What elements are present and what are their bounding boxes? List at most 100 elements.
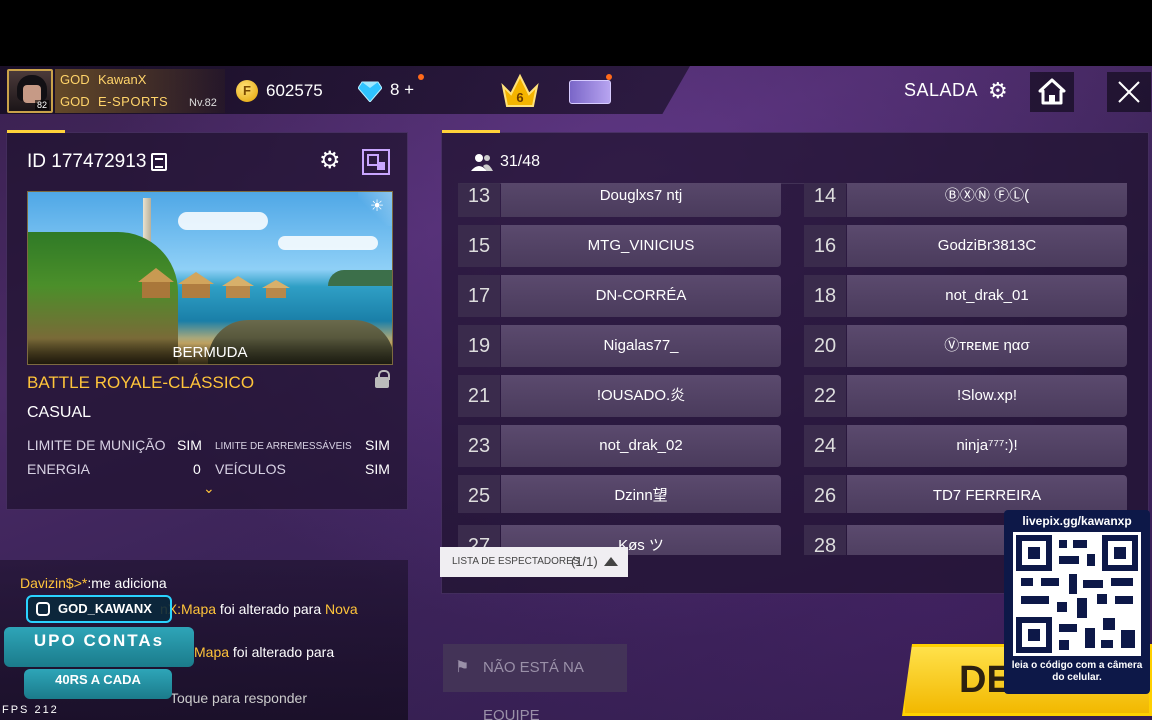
game-submode: CASUAL bbox=[27, 404, 92, 421]
copy-id-icon[interactable] bbox=[151, 153, 167, 171]
option-label-throwables: LIMITE DE ARREMESSÁVEIS bbox=[215, 441, 352, 452]
player-slot[interactable]: 13 Douglxs7 ntj bbox=[458, 183, 782, 217]
close-button[interactable] bbox=[1107, 72, 1151, 112]
slot-number: 22 bbox=[804, 375, 846, 417]
player-slot[interactable]: 24 ninja⁷⁷⁷:)! bbox=[804, 425, 1128, 467]
fps-counter: FPS 212 bbox=[2, 704, 59, 716]
reply-hint[interactable]: Toque para responder bbox=[170, 690, 307, 706]
slot-number: 16 bbox=[804, 225, 846, 267]
slot-number: 25 bbox=[458, 475, 500, 513]
player-level: Nv.82 bbox=[189, 97, 217, 109]
diamond-icon bbox=[358, 81, 382, 102]
coin-balance: 602575 bbox=[266, 81, 323, 100]
player-slot[interactable]: 17 DN-CORRÉA bbox=[458, 275, 782, 317]
slot-number: 24 bbox=[804, 425, 846, 467]
slot-player-name: !Slow.xp! bbox=[847, 375, 1127, 417]
player-slot[interactable]: 20 Ⓥᴛʀᴇᴍᴇ ηασ bbox=[804, 325, 1128, 367]
diamond-balance[interactable]: 8 + bbox=[390, 80, 414, 100]
spectator-count: (1/1) bbox=[571, 554, 598, 569]
instagram-icon bbox=[36, 602, 50, 616]
slot-player-name: DN-CORRÉA bbox=[501, 275, 781, 317]
home-button[interactable] bbox=[1030, 72, 1074, 112]
slot-player-name: Ⓥᴛʀᴇᴍᴇ ηασ bbox=[847, 325, 1127, 367]
chat-message: nX:Mapa foi alterado para Nova bbox=[160, 601, 358, 617]
player-slot[interactable]: 14 ⒷⓍⓃ ⒻⓁ( bbox=[804, 183, 1128, 217]
player-slot[interactable]: 23 not_drak_02 bbox=[458, 425, 782, 467]
player-slot[interactable]: 18 not_drak_01 bbox=[804, 275, 1128, 317]
expand-up-arrow-icon bbox=[604, 557, 618, 566]
instagram-overlay-badge: GOD_KAWANX bbox=[26, 595, 172, 623]
player-slot-grid[interactable]: 13 Douglxs7 ntj 14 ⒷⓍⓃ ⒻⓁ( 15 MTG_VINICIUS … bbox=[458, 183, 1130, 513]
rank-crown-icon[interactable]: 6 bbox=[499, 72, 541, 110]
avatar-level: 82 bbox=[34, 100, 49, 110]
chat-text: :me adiciona bbox=[87, 575, 167, 591]
player-slot[interactable]: 19 Nigalas77_ bbox=[458, 325, 782, 367]
chat-map-name: Nova bbox=[325, 601, 358, 617]
slot-player-name: Dzinn望 bbox=[501, 475, 781, 513]
player-count: 31/48 bbox=[500, 153, 541, 170]
chat-message: Mapa foi alterado para bbox=[194, 644, 334, 660]
chat-message: Davizin$>*:me adiciona bbox=[20, 575, 167, 591]
option-label-energy: ENERGIA bbox=[27, 461, 91, 477]
map-preview[interactable]: ☀ BERMUDA bbox=[27, 191, 393, 365]
room-id: ID 177472913 bbox=[27, 151, 147, 172]
player-name: KawanX bbox=[98, 72, 147, 87]
player-slot[interactable]: 22 !Slow.xp! bbox=[804, 375, 1128, 417]
team-off-icon: ⚑ bbox=[455, 659, 470, 676]
donation-overlay-badge: 40RS A CADA bbox=[24, 669, 172, 699]
slot-number: 17 bbox=[458, 275, 500, 317]
slot-player-name: Douglxs7 ntj bbox=[501, 183, 781, 217]
option-value-vehicles: SIM bbox=[365, 461, 390, 477]
qr-hint: leia o código com a câmera do celular. bbox=[1011, 660, 1143, 683]
lock-icon bbox=[375, 370, 390, 389]
slot-number: 21 bbox=[458, 375, 500, 417]
chat-sender: Davizin$>* bbox=[20, 575, 88, 591]
player-slot[interactable]: 26 TD7 FERREIRA bbox=[804, 475, 1128, 513]
qr-code-icon[interactable] bbox=[362, 149, 390, 175]
upo-overlay-badge: UPO CONTAs bbox=[4, 627, 194, 667]
qr-url: livepix.gg/kawanxp bbox=[1022, 514, 1132, 528]
slot-number: 18 bbox=[804, 275, 846, 317]
slot-number: 19 bbox=[458, 325, 500, 367]
guild-name: E-SPORTS bbox=[98, 94, 169, 109]
slot-number: 26 bbox=[804, 475, 846, 513]
card-notification-dot bbox=[606, 74, 612, 80]
cloud bbox=[278, 236, 378, 250]
slot-player-name: GodziBr3813C bbox=[847, 225, 1127, 267]
elite-pass-card-icon[interactable] bbox=[569, 80, 611, 104]
room-settings-icon[interactable]: ⚙ bbox=[319, 149, 341, 173]
not-in-team-button[interactable]: ⚑ NÃO ESTÁ NA EQUIPE bbox=[443, 644, 627, 720]
option-label-vehicles: VEÍCULOS bbox=[215, 461, 286, 477]
spectator-list-label: LISTA DE ESPECTADORES bbox=[452, 556, 580, 567]
chat-text: foi alterado para bbox=[216, 601, 326, 617]
upo-text: UPO CONTAs bbox=[33, 631, 165, 650]
player-slot[interactable]: 21 !OUSADO.炎 bbox=[458, 375, 782, 417]
slot-player-name: TD7 FERREIRA bbox=[847, 475, 1127, 513]
daytime-sun-icon: ☀ bbox=[369, 198, 385, 215]
expand-options-chevron-icon[interactable]: ⌄ bbox=[203, 480, 215, 497]
guild-tag-2: GOD bbox=[60, 94, 90, 109]
spectator-list-toggle[interactable]: LISTA DE ESPECTADORES (1/1) bbox=[440, 547, 628, 577]
beach-huts bbox=[138, 268, 290, 298]
slot-player-name: MTG_VINICIUS bbox=[501, 225, 781, 267]
player-slot[interactable]: 25 Dzinn望 bbox=[458, 475, 782, 513]
slot-player-name: !OUSADO.炎 bbox=[501, 375, 781, 417]
slot-number: 14 bbox=[804, 183, 846, 217]
qr-pattern bbox=[1016, 535, 1138, 653]
qr-code-image bbox=[1013, 532, 1141, 656]
slot-player-name: ninja⁷⁷⁷:)! bbox=[847, 425, 1127, 467]
player-avatar[interactable]: 82 bbox=[7, 69, 53, 113]
option-value-energy: 0 bbox=[193, 461, 201, 477]
slot-number: 13 bbox=[458, 183, 500, 217]
instagram-handle: GOD_KAWANX bbox=[58, 601, 152, 616]
slot-number: 23 bbox=[458, 425, 500, 467]
slot-number: 20 bbox=[804, 325, 846, 367]
cloud bbox=[178, 212, 268, 230]
panel-accent-bar bbox=[442, 130, 500, 133]
player-slot[interactable]: 15 MTG_VINICIUS bbox=[458, 225, 782, 267]
player-slot[interactable]: 16 GodziBr3813C bbox=[804, 225, 1128, 267]
slot-player-name: Nigalas77_ bbox=[501, 325, 781, 367]
home-icon bbox=[1038, 78, 1066, 105]
option-label-ammo: LIMITE DE MUNIÇÃO bbox=[27, 437, 166, 453]
settings-gear-icon[interactable]: ⚙ bbox=[988, 80, 1008, 102]
